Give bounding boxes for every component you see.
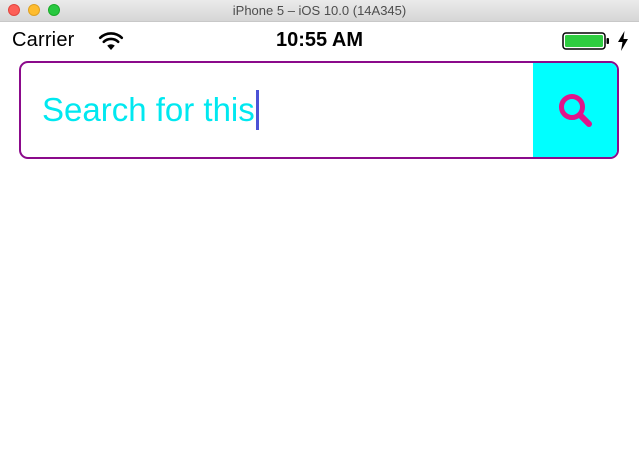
- text-caret: [255, 90, 259, 130]
- charging-icon: [618, 31, 628, 51]
- search-input-text: Search for this: [42, 91, 255, 128]
- search-input[interactable]: Search for this: [21, 63, 533, 157]
- battery-icon: [562, 32, 609, 50]
- search-icon: [559, 94, 592, 127]
- simulator-window: iPhone 5 – iOS 10.0 (14A345) Carrier 10:…: [0, 0, 639, 458]
- search-button[interactable]: [533, 63, 617, 157]
- status-time: 10:55 AM: [275, 29, 364, 51]
- window-title: iPhone 5 – iOS 10.0 (14A345): [232, 3, 407, 18]
- window-titlebar[interactable]: iPhone 5 – iOS 10.0 (14A345): [0, 0, 639, 22]
- search-bar: Search for this: [19, 61, 619, 159]
- status-bar: Carrier 10:55 AM: [0, 22, 639, 58]
